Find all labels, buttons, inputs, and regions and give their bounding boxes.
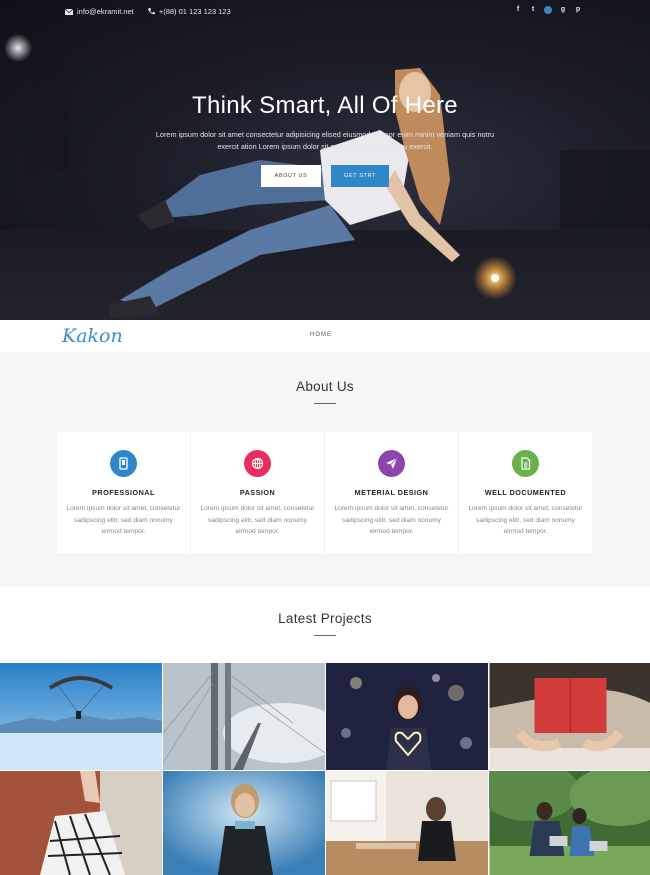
projects-title: Latest Projects xyxy=(278,611,372,626)
heart-lights-photo[interactable] xyxy=(326,663,488,770)
feature-card: PROFESSIONAL Lorem ipsum dolor sit amet,… xyxy=(57,432,191,553)
facebook-icon[interactable]: f xyxy=(514,6,522,14)
tablet-icon xyxy=(110,450,137,477)
hero-title: Think Smart, All Of Here xyxy=(192,92,458,119)
feature-card: WELL DOCUMENTED Lorem ipsum dolor sit am… xyxy=(459,432,592,553)
google-plus-icon[interactable]: g xyxy=(559,6,567,14)
linkedin-icon[interactable] xyxy=(544,6,552,14)
phone-contact[interactable]: +(88) 01 123 123 123 xyxy=(147,7,231,16)
bridge-photo[interactable] xyxy=(163,663,325,770)
envelope-icon xyxy=(65,8,73,15)
nav-item-home[interactable]: HOME xyxy=(310,332,332,338)
email-contact[interactable]: info@ekramit.net xyxy=(65,7,134,16)
globe-icon xyxy=(244,450,271,477)
reading-book-photo[interactable] xyxy=(489,663,650,770)
feature-title: METERIAL DESIGN xyxy=(354,488,429,497)
feature-title: WELL DOCUMENTED xyxy=(484,488,567,497)
hero-background-photo xyxy=(4,34,650,318)
phone-icon xyxy=(147,8,155,15)
pinterest-icon[interactable]: p xyxy=(574,6,582,14)
feature-card: PASSION Lorem ipsum dolor sit amet, cons… xyxy=(191,432,325,553)
get-started-button[interactable]: GET STRT xyxy=(331,165,389,187)
site-logo[interactable]: Kakon xyxy=(62,325,123,347)
feature-text: Lorem ipsum dolor sit amet, consetetur s… xyxy=(200,505,315,535)
cafe-photo[interactable] xyxy=(326,771,488,875)
about-us-button[interactable]: ABOUT US xyxy=(261,165,321,187)
twitter-icon[interactable]: t xyxy=(529,6,537,14)
bag-photo[interactable] xyxy=(0,771,162,875)
feature-text: Lorem ipsum dolor sit amet, consetetur s… xyxy=(334,505,449,535)
email-text: info@ekramit.net xyxy=(77,7,134,16)
about-title-underline xyxy=(314,403,336,404)
social-links: f t g p xyxy=(514,6,582,14)
contact-info: info@ekramit.net +(88) 01 123 123 123 xyxy=(65,7,231,16)
woman-smoke-photo[interactable] xyxy=(163,771,325,875)
about-title: About Us xyxy=(296,379,354,394)
project-gallery xyxy=(0,663,650,875)
hero-text: Lorem ipsum dolor sit amet consectetur a… xyxy=(155,130,495,151)
feature-text: Lorem ipsum dolor sit amet, consetetur s… xyxy=(66,505,181,535)
feature-title: PROFESSIONAL xyxy=(92,488,155,497)
projects-title-underline xyxy=(314,635,336,636)
phone-text: +(88) 01 123 123 123 xyxy=(158,7,231,16)
paraglider-photo[interactable] xyxy=(0,663,162,770)
paper-plane-icon xyxy=(378,450,405,477)
hero-section: info@ekramit.net +(88) 01 123 123 123 f … xyxy=(0,0,650,320)
feature-cards: PROFESSIONAL Lorem ipsum dolor sit amet,… xyxy=(57,432,592,553)
topbar: info@ekramit.net +(88) 01 123 123 123 f … xyxy=(0,0,650,24)
couple-park-photo[interactable] xyxy=(489,771,650,875)
feature-text: Lorem ipsum dolor sit amet, consetetur s… xyxy=(468,505,583,535)
document-icon xyxy=(512,450,539,477)
feature-card: METERIAL DESIGN Lorem ipsum dolor sit am… xyxy=(325,432,459,553)
feature-title: PASSION xyxy=(239,488,276,497)
